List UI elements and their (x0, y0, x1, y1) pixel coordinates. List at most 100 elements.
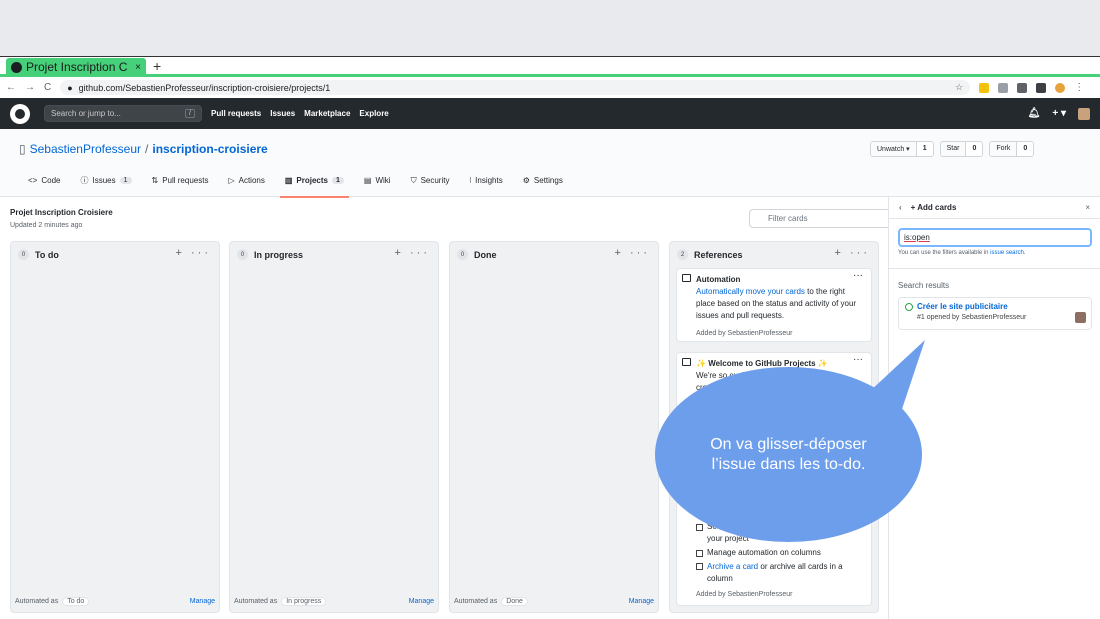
repo-separator: / (145, 142, 149, 156)
issue-search-link[interactable]: issue search. (990, 250, 1025, 256)
filter-cards-input[interactable]: Filter cards (749, 209, 894, 228)
manage-link[interactable]: Manage (190, 598, 215, 605)
global-search-input[interactable]: Search or jump to... / (44, 105, 202, 122)
back-chevron-icon[interactable]: ‹ (899, 203, 902, 212)
nav-explore[interactable]: Explore (359, 109, 388, 118)
projects-count-badge: 1 (331, 177, 344, 184)
browser-menu-icon[interactable]: ⋮ (1074, 82, 1084, 93)
column-menu-icon[interactable]: ··· (191, 247, 211, 259)
column-title: To do (35, 249, 59, 260)
lock-icon: ● (67, 82, 73, 93)
checkbox[interactable] (696, 523, 703, 531)
tab-wiki[interactable]: ▤ Wiki (364, 175, 391, 194)
camera-extension-icon[interactable] (1017, 82, 1028, 93)
repo-name-link[interactable]: inscription-croisiere (152, 142, 267, 156)
card-author: Added by SebastienProfesseur (696, 330, 793, 337)
tab-projects[interactable]: ▥ Projects 1 (279, 175, 349, 198)
manage-link[interactable]: Manage (409, 598, 434, 605)
new-tab-button[interactable]: + (153, 58, 161, 74)
close-icon[interactable]: × (1085, 203, 1090, 212)
tab-actions[interactable]: ▷ Actions (228, 175, 264, 194)
repo-actions: Unwatch ▾ 1 Star 0 Fork 0 (870, 141, 1035, 157)
unwatch-button[interactable]: Unwatch ▾ 1 (870, 141, 934, 157)
fork-button[interactable]: Fork 0 (989, 141, 1035, 157)
archive-card-link[interactable]: Archive a card (707, 562, 758, 571)
browser-tab[interactable]: Projet Inscription C × (6, 58, 146, 76)
tab-label: Security (420, 176, 450, 185)
add-card-button[interactable]: + (176, 247, 185, 259)
search-result-issue-card[interactable]: Créer le site publicitaire #1 opened by … (898, 297, 1092, 330)
card-author: Added by SebastienProfesseur (696, 591, 793, 598)
note-icon (682, 358, 691, 366)
fork-label: Fork (990, 142, 1017, 156)
tab-close-icon[interactable]: × (135, 62, 141, 73)
search-results-label: Search results (898, 281, 950, 290)
repo-owner-link[interactable]: SebastienProfesseur (30, 142, 141, 156)
manage-link[interactable]: Manage (629, 598, 654, 605)
star-count[interactable]: 0 (965, 142, 983, 156)
tab-security[interactable]: ⛉ Security (411, 175, 450, 194)
github-favicon-icon (11, 61, 22, 73)
nav-issues[interactable]: Issues (270, 109, 295, 118)
automation-link[interactable]: Automatically move your cards (696, 287, 805, 296)
user-avatar[interactable] (1078, 107, 1090, 120)
column-title: References (694, 249, 743, 260)
column-title: In progress (254, 249, 304, 260)
puzzle-extension-icon[interactable] (1036, 82, 1047, 93)
bookmark-star-icon[interactable]: ☆ (955, 82, 963, 93)
author-avatar (1075, 312, 1086, 323)
issue-meta: #1 opened by SebastienProfesseur (917, 314, 1027, 321)
tab-label: Insights (475, 176, 503, 185)
note-card-automation[interactable]: ··· Automation Automatically move your c… (676, 268, 872, 342)
add-card-button[interactable]: + (835, 247, 844, 259)
issue-title[interactable]: Créer le site publicitaire (917, 302, 1087, 311)
column-in-progress[interactable]: 0 In progress + ··· Automated as In progre… (229, 241, 439, 613)
watch-count[interactable]: 1 (915, 142, 933, 156)
forward-arrow-icon[interactable]: → (25, 82, 35, 93)
task-text: Manage automation on columns (707, 548, 821, 557)
nav-marketplace[interactable]: Marketplace (304, 109, 350, 118)
fork-count[interactable]: 0 (1016, 142, 1034, 156)
column-menu-icon[interactable]: ··· (410, 247, 430, 259)
nav-pull-requests[interactable]: Pull requests (211, 109, 261, 118)
card-menu-icon[interactable]: ··· (853, 270, 863, 282)
tab-insights[interactable]: ⦚ Insights (469, 175, 502, 194)
tab-code[interactable]: <> Code (28, 175, 60, 194)
extension-icon[interactable] (998, 82, 1009, 93)
add-card-button[interactable]: + (395, 247, 404, 259)
card-search-input[interactable]: is:open (898, 228, 1092, 247)
checkbox[interactable] (696, 549, 703, 557)
url-text: github.com/SebastienProfesseur/inscripti… (78, 82, 331, 93)
search-shortcut-key: / (185, 109, 195, 118)
checkbox[interactable] (696, 563, 703, 570)
extension-icon[interactable] (979, 82, 990, 93)
reload-icon[interactable]: C (44, 82, 51, 93)
github-logo-icon[interactable] (10, 103, 30, 124)
column-todo[interactable]: 0 To do + ··· Automated as To do Manage (10, 241, 220, 613)
play-icon: ▷ (228, 176, 235, 185)
automation-label: Automated as (454, 598, 498, 605)
profile-avatar-icon[interactable] (1055, 82, 1066, 93)
card-menu-icon[interactable]: ··· (853, 354, 863, 366)
project-icon: ▥ (284, 176, 293, 185)
notification-bell-icon[interactable]: 🔔︎ (1028, 108, 1041, 119)
hint-text: You can use the filters available in (898, 250, 991, 256)
github-header: Search or jump to... / Pull requests Iss… (0, 98, 1100, 129)
automation-tag: In progress (281, 597, 327, 606)
tab-issues[interactable]: ⓘ Issues 1 (80, 175, 132, 194)
back-arrow-icon[interactable]: ← (6, 82, 16, 93)
column-menu-icon[interactable]: ··· (850, 247, 870, 259)
star-button[interactable]: Star 0 (939, 141, 984, 157)
tab-settings[interactable]: ⚙ Settings (523, 175, 563, 194)
project-updated: Updated 2 minutes ago (10, 222, 83, 229)
add-card-button[interactable]: + (615, 247, 624, 259)
create-new-menu[interactable]: + ▾ (1052, 108, 1066, 119)
column-done[interactable]: 0 Done + ··· Automated as Done Manage (449, 241, 659, 613)
column-menu-icon[interactable]: ··· (630, 247, 650, 259)
pull-request-icon: ⇅ (151, 176, 159, 185)
url-bar[interactable]: ● github.com/SebastienProfesseur/inscrip… (60, 80, 971, 95)
tab-label: Wiki (375, 176, 391, 185)
tab-pull-requests[interactable]: ⇅ Pull requests (152, 175, 209, 194)
tab-label: Projects (296, 176, 328, 185)
code-icon: <> (28, 176, 38, 185)
